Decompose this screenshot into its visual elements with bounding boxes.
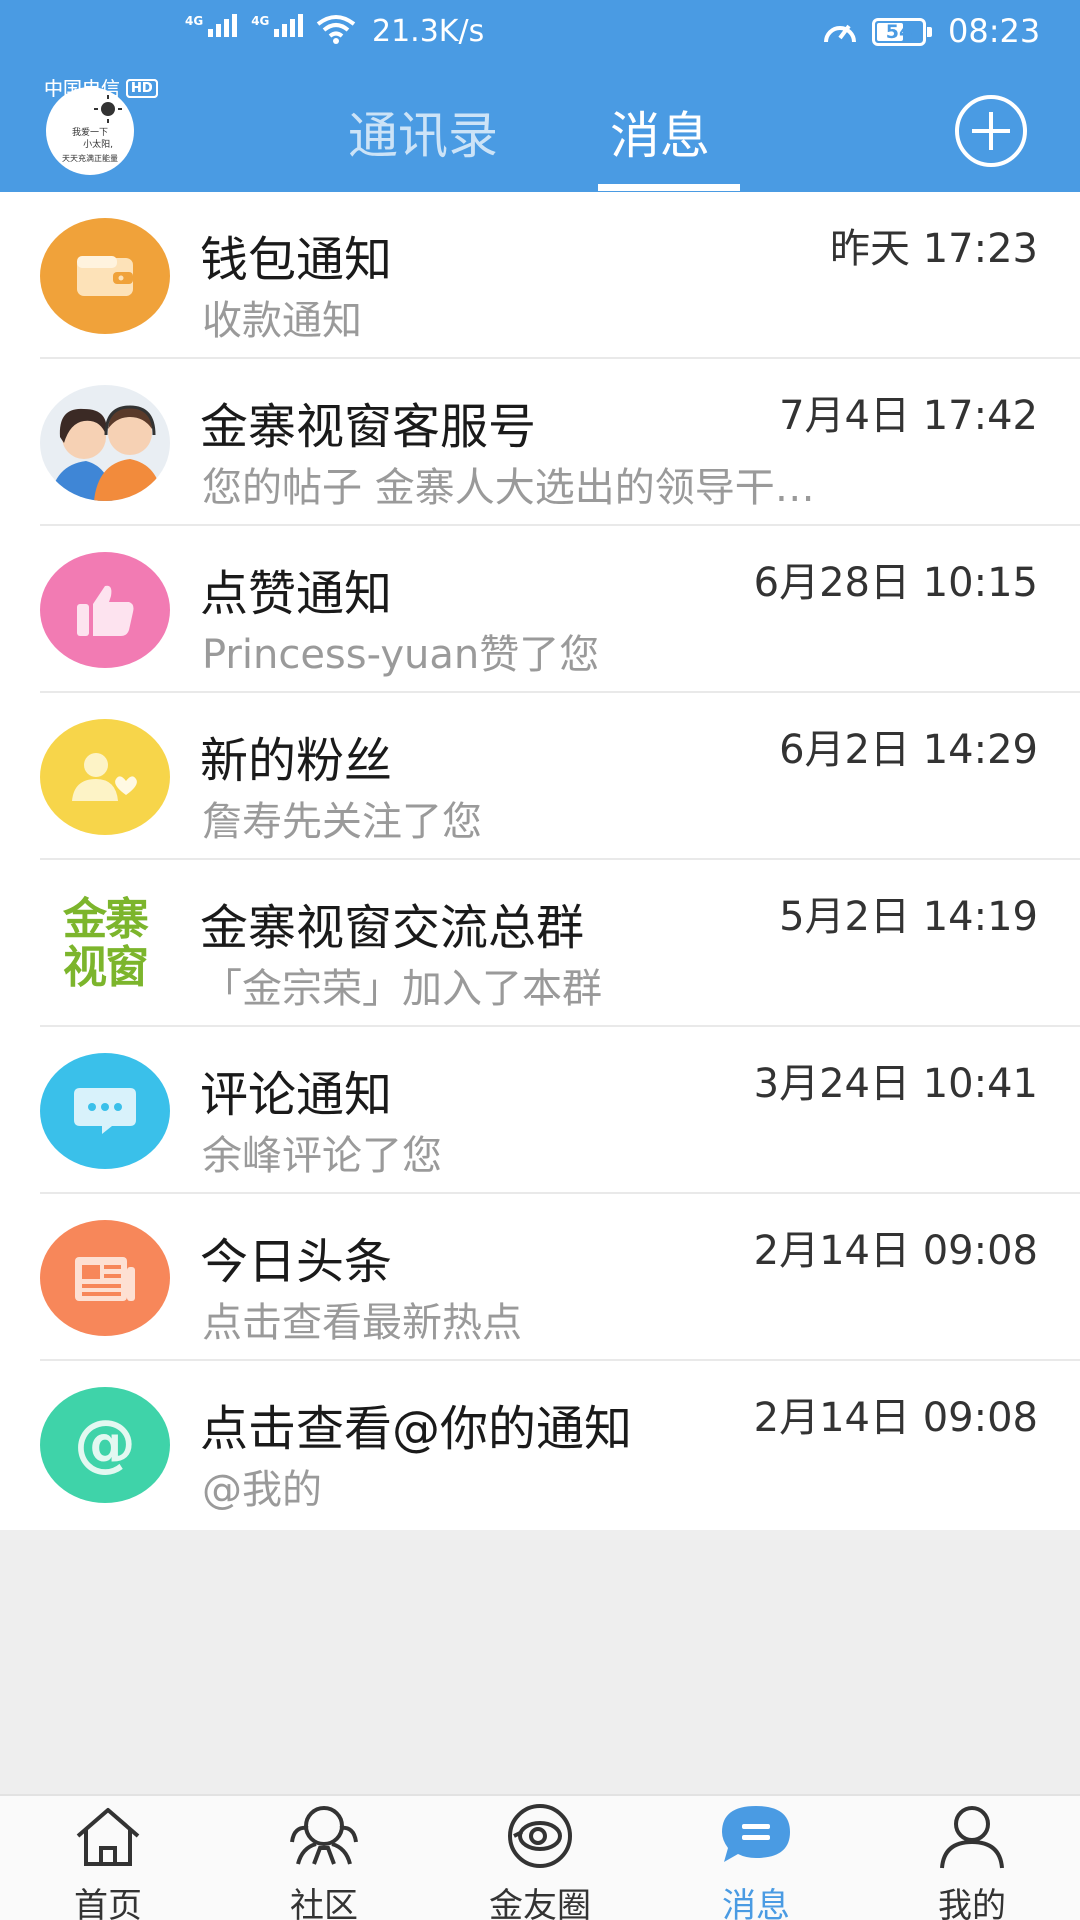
add-button[interactable] [954, 94, 1028, 168]
tab-label: 首页 [74, 1886, 142, 1920]
message-preview: 收款通知 [202, 298, 362, 344]
message-time: 昨天 17:23 [830, 226, 1038, 272]
group-logo-text-2: 视窗 [63, 942, 149, 993]
tab-contacts[interactable]: 通讯录 [348, 96, 498, 168]
top-nav: 我爱一下 小太阳, 天天充满正能量 通讯录 消息 [0, 66, 1080, 192]
battery-level: 54 [885, 21, 913, 43]
friends-circle-icon [508, 1804, 572, 1868]
svg-text:小太阳,: 小太阳, [83, 138, 113, 150]
svg-text:@: @ [74, 1410, 136, 1479]
list-item[interactable]: 评论通知 余峰评论了您 3月24日 10:41 [0, 1027, 1080, 1194]
message-title: 评论通知 [200, 1067, 393, 1123]
message-preview: 詹寿先关注了您 [202, 799, 482, 845]
message-time: 5月2日 14:19 [779, 894, 1038, 940]
signal-indicators: 4G 4G [185, 14, 304, 37]
wifi-icon [316, 15, 356, 44]
home-icon [76, 1808, 140, 1866]
message-list: 钱包通知 收款通知 昨天 17:23 金寨视窗客服号 您的帖子 金寨人大选出的领… [0, 192, 1080, 1530]
battery-icon: 54 [872, 18, 932, 46]
new-fan-icon [40, 719, 170, 835]
tab-messages[interactable]: 消息 [676, 1796, 836, 1920]
list-item[interactable]: 金寨视窗客服号 您的帖子 金寨人大选出的领导干… 7月4日 17:42 [0, 359, 1080, 526]
tab-friends-circle[interactable]: 金友圈 [460, 1796, 620, 1920]
message-time: 2月14日 09:08 [753, 1228, 1038, 1274]
message-time: 7月4日 17:42 [779, 393, 1038, 439]
signal-icon: 4G [185, 14, 238, 37]
profile-icon [940, 1806, 1004, 1869]
message-title: 点击查看@你的通知 [200, 1401, 633, 1457]
active-tab-indicator [598, 184, 740, 191]
thumbs-up-icon [40, 552, 170, 668]
tab-community[interactable]: 社区 [244, 1796, 404, 1920]
message-time: 6月28日 10:15 [753, 560, 1038, 606]
app-header: 中国电信HD 中国电信HD 4G 4G 21.3K/s 54 08:23 [0, 0, 1080, 192]
list-item[interactable]: 钱包通知 收款通知 昨天 17:23 [0, 192, 1080, 359]
svg-text:我爱一下: 我爱一下 [72, 127, 108, 138]
message-icon [722, 1806, 790, 1862]
message-time: 3月24日 10:41 [753, 1061, 1038, 1107]
tab-label: 金友圈 [489, 1886, 591, 1920]
list-item[interactable]: 今日头条 点击查看最新热点 2月14日 09:08 [0, 1194, 1080, 1361]
message-title: 金寨视窗客服号 [200, 399, 537, 455]
wallet-icon [40, 218, 170, 334]
signal-icon: 4G [251, 14, 304, 37]
at-icon: @ [40, 1387, 170, 1503]
group-logo: 金寨 视窗 [40, 886, 170, 1002]
message-time: 2月14日 09:08 [753, 1395, 1038, 1441]
group-logo-text-1: 金寨 [63, 894, 149, 945]
tab-messages[interactable]: 消息 [610, 96, 710, 168]
message-preview: Princess-yuan赞了您 [202, 632, 600, 678]
speedometer-icon [824, 24, 856, 43]
message-preview: 点击查看最新热点 [202, 1300, 522, 1346]
message-title: 金寨视窗交流总群 [200, 900, 585, 956]
message-title: 新的粉丝 [200, 733, 393, 789]
comment-icon [40, 1053, 170, 1169]
newspaper-icon [40, 1220, 170, 1336]
network-speed: 21.3K/s [372, 14, 485, 49]
clock: 08:23 [948, 12, 1041, 50]
message-title: 点赞通知 [200, 566, 393, 622]
status-bar: 中国电信HD 中国电信HD 4G 4G 21.3K/s 54 08:23 [0, 0, 1080, 100]
message-preview: @我的 [202, 1467, 322, 1513]
svg-text:天天充满正能量: 天天充满正能量 [62, 153, 118, 163]
tab-label: 消息 [722, 1886, 790, 1920]
message-preview: 「金宗荣」加入了本群 [202, 966, 602, 1012]
user-avatar[interactable]: 我爱一下 小太阳, 天天充满正能量 [46, 87, 134, 175]
community-icon [290, 1806, 358, 1865]
message-preview: 您的帖子 金寨人大选出的领导干… [202, 465, 815, 511]
customer-service-avatar [40, 385, 170, 501]
list-item[interactable]: @ 点击查看@你的通知 @我的 2月14日 09:08 [0, 1361, 1080, 1528]
tab-label: 我的 [938, 1886, 1006, 1920]
bottom-tab-bar: 首页 社区 金友圈 消息 我的 [0, 1794, 1080, 1920]
list-item[interactable]: 新的粉丝 詹寿先关注了您 6月2日 14:29 [0, 693, 1080, 860]
list-item[interactable]: 金寨 视窗 金寨视窗交流总群 「金宗荣」加入了本群 5月2日 14:19 [0, 860, 1080, 1027]
message-preview: 余峰评论了您 [202, 1133, 442, 1179]
tab-home[interactable]: 首页 [28, 1796, 188, 1920]
tab-label: 社区 [290, 1886, 358, 1920]
message-title: 钱包通知 [200, 232, 393, 288]
tab-profile[interactable]: 我的 [892, 1796, 1052, 1920]
list-item[interactable]: 点赞通知 Princess-yuan赞了您 6月28日 10:15 [0, 526, 1080, 693]
avatar-image: 我爱一下 小太阳, 天天充满正能量 [62, 95, 122, 163]
message-time: 6月2日 14:29 [779, 727, 1038, 773]
message-title: 今日头条 [200, 1234, 393, 1290]
